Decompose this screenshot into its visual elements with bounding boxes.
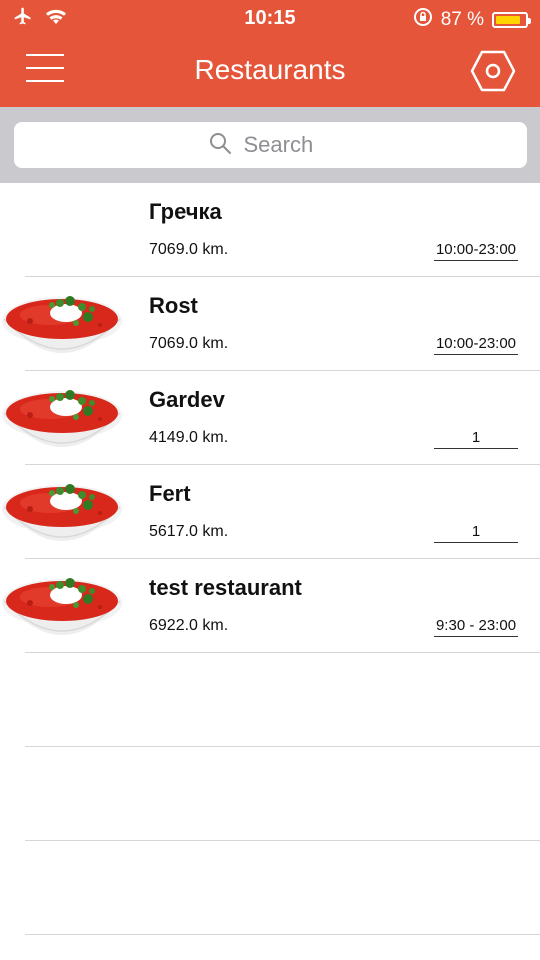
- dish-image: [0, 279, 134, 369]
- restaurant-hours: 9:30 - 23:00: [434, 617, 518, 637]
- battery-tip: [528, 18, 531, 24]
- restaurant-row[interactable]: Gardev 4149.0 km. 1: [0, 371, 540, 465]
- search-bar-container: [0, 107, 540, 183]
- status-right: 87 %: [413, 7, 531, 33]
- restaurant-name: Rost: [149, 293, 198, 318]
- dish-image: [0, 185, 134, 275]
- restaurant-distance: 4149.0 km.: [149, 429, 229, 446]
- battery-level: [496, 16, 521, 24]
- battery-percent: 87 %: [440, 9, 484, 30]
- hexagon-settings-icon[interactable]: [470, 50, 516, 92]
- page-title: Restaurants: [194, 54, 346, 85]
- restaurant-name: test restaurant: [149, 575, 302, 600]
- restaurant-hours: 1: [434, 523, 518, 543]
- restaurant-hours: 10:00-23:00: [434, 241, 518, 261]
- restaurant-row[interactable]: Rost 7069.0 km. 10:00-23:00: [0, 277, 540, 371]
- search-input[interactable]: [243, 132, 334, 158]
- restaurant-name: Gardev: [149, 387, 225, 412]
- search-field[interactable]: [14, 122, 527, 168]
- navigation-bar: Restaurants: [0, 36, 540, 107]
- restaurant-distance: 7069.0 km.: [149, 335, 229, 352]
- empty-row: [25, 653, 540, 747]
- restaurant-name: Гречка: [149, 199, 222, 224]
- status-bar: 10:15 87 %: [0, 0, 540, 36]
- restaurant-row[interactable]: Fert 5617.0 km. 1: [0, 465, 540, 559]
- restaurant-name: Fert: [149, 481, 191, 506]
- battery-icon: [492, 12, 531, 28]
- dish-image: [0, 373, 134, 463]
- restaurant-hours: 10:00-23:00: [434, 335, 518, 355]
- rotation-lock-icon: [413, 7, 433, 33]
- restaurant-distance: 7069.0 km.: [149, 241, 229, 258]
- restaurant-distance: 6922.0 km.: [149, 617, 229, 634]
- dish-image: [0, 561, 134, 651]
- empty-row: [25, 747, 540, 841]
- empty-row: [25, 841, 540, 935]
- restaurant-list: Гречка 7069.0 km. 10:00-23:00 Rost 7069.…: [0, 183, 540, 935]
- dish-image: [0, 467, 134, 557]
- restaurant-row[interactable]: test restaurant 6922.0 km. 9:30 - 23:00: [0, 559, 540, 653]
- app-header: 10:15 87 % Restaurants: [0, 0, 540, 107]
- search-icon: [208, 131, 232, 160]
- restaurant-row[interactable]: Гречка 7069.0 km. 10:00-23:00: [25, 183, 540, 277]
- restaurant-distance: 5617.0 km.: [149, 523, 229, 540]
- restaurant-hours: 1: [434, 429, 518, 449]
